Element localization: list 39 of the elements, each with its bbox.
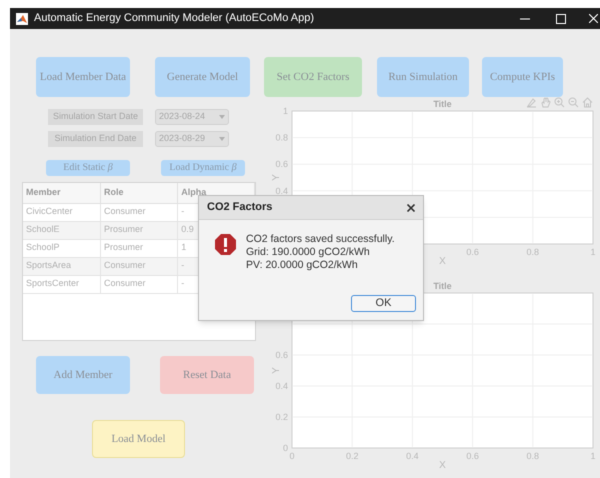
table-cell: SportsCenter	[23, 275, 100, 293]
beta-button[interactable]: Edit Static β	[46, 160, 130, 176]
table-cell: Consumer	[100, 257, 178, 275]
close-icon[interactable]	[407, 204, 415, 212]
action-button[interactable]: Reset Data	[160, 356, 254, 394]
load-model-button[interactable]: Load Model	[92, 420, 185, 458]
column-header[interactable]: Role	[100, 183, 178, 203]
hand-icon[interactable]	[540, 97, 551, 108]
column-header[interactable]: Member	[23, 183, 100, 203]
beta-button[interactable]: Load Dynamic β	[161, 160, 245, 176]
toolbar-button[interactable]: Set CO2 Factors	[264, 57, 362, 97]
date-dropdown[interactable]: 2023-08-24	[155, 109, 229, 125]
caret-icon[interactable]	[219, 115, 225, 119]
zoom-out-icon[interactable]	[568, 97, 579, 108]
table-cell: CivicCenter	[23, 203, 100, 221]
table-cell: Prosumer	[100, 221, 178, 239]
toolbar-button[interactable]: Load Member Data	[36, 57, 130, 97]
table-cell: SchoolE	[23, 221, 100, 239]
table-cell: Prosumer	[100, 239, 178, 257]
ok-button[interactable]: OK	[351, 295, 416, 312]
table-cell: Consumer	[100, 203, 178, 221]
caret-icon[interactable]	[219, 137, 225, 141]
chart-title: Title	[433, 281, 452, 291]
date-dropdown[interactable]: 2023-08-29	[155, 131, 229, 147]
table-cell: SportsArea	[23, 257, 100, 275]
table-cell: Consumer	[100, 275, 178, 293]
error-icon	[215, 234, 236, 255]
chart-title: Title	[433, 99, 452, 109]
maximize-icon[interactable]	[556, 14, 566, 24]
brush-icon[interactable]	[526, 97, 537, 108]
toolbar-button[interactable]: Run Simulation	[377, 57, 469, 97]
table-cell: SchoolP	[23, 239, 100, 257]
zoom-in-icon[interactable]	[554, 97, 565, 108]
toolbar-button[interactable]: Compute KPIs	[482, 57, 563, 97]
toolbar-button[interactable]: Generate Model	[155, 57, 250, 97]
action-button[interactable]: Add Member	[36, 356, 130, 394]
app-logo-icon	[16, 12, 28, 24]
window-title: Automatic Energy Community Modeler (AutoECoMo App)	[34, 11, 314, 26]
home-icon[interactable]	[582, 97, 593, 108]
